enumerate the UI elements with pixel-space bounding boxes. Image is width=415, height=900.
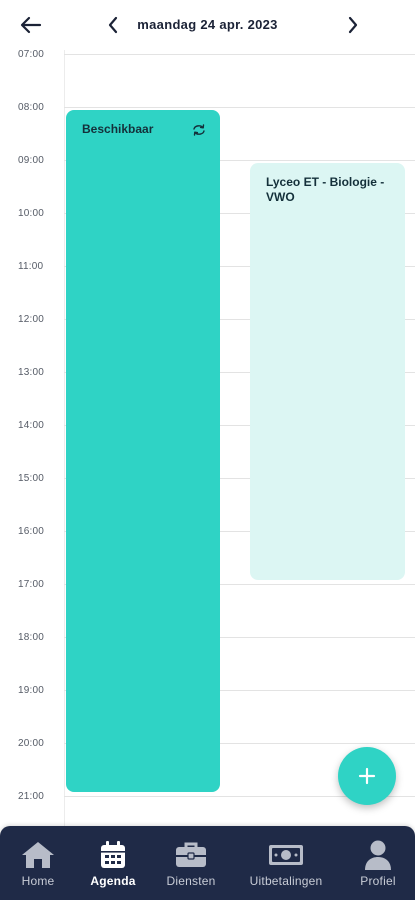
nav-item-diensten[interactable]: Diensten: [158, 826, 224, 900]
hour-label: 17:00: [18, 579, 45, 590]
event-title: Lyceo ET - Biologie - VWO: [266, 175, 385, 204]
hour-label: 14:00: [18, 420, 45, 431]
hour-label: 18:00: [18, 632, 45, 643]
event-lyceo-biologie[interactable]: Lyceo ET - Biologie - VWO: [250, 163, 405, 580]
calendar-icon: [99, 838, 127, 872]
hour-label: 15:00: [18, 473, 45, 484]
hour-line: [64, 107, 415, 108]
nav-label: Agenda: [90, 874, 136, 888]
hour-label: 19:00: [18, 685, 45, 696]
event-title: Beschikbaar: [82, 122, 154, 136]
hour-label: 07:00: [18, 49, 45, 60]
hour-label: 11:00: [18, 261, 44, 272]
home-icon: [20, 838, 56, 872]
day-timeline: 07:00 08:00 09:00 10:00 11:00 12:00 13:0…: [0, 0, 415, 826]
briefcase-icon: [174, 838, 208, 872]
hour-label: 16:00: [18, 526, 45, 537]
nav-item-home[interactable]: Home: [8, 826, 68, 900]
nav-label: Uitbetalingen: [249, 874, 323, 888]
nav-label: Diensten: [166, 874, 216, 888]
nav-label: Profiel: [360, 874, 396, 888]
hour-label: 09:00: [18, 155, 45, 166]
nav-item-agenda[interactable]: Agenda: [82, 826, 144, 900]
hour-label: 08:00: [18, 102, 45, 113]
bottom-navigation: Home Agenda Diensten Uitbetalingen Profi…: [0, 826, 415, 900]
user-icon: [363, 838, 393, 872]
app-header: maandag 24 apr. 2023: [0, 0, 415, 50]
chevron-right-icon: [348, 16, 358, 34]
hour-label: 20:00: [18, 738, 45, 749]
hour-line: [64, 54, 415, 55]
hour-label: 12:00: [18, 314, 45, 325]
hour-label: 21:00: [18, 791, 45, 802]
nav-item-profiel[interactable]: Profiel: [348, 826, 408, 900]
money-icon: [268, 838, 304, 872]
nav-item-uitbetalingen[interactable]: Uitbetalingen: [238, 826, 334, 900]
hour-label: 13:00: [18, 367, 45, 378]
hour-label: 10:00: [18, 208, 45, 219]
add-event-button[interactable]: [338, 747, 396, 805]
repeat-icon: [192, 123, 206, 141]
next-day-button[interactable]: [336, 8, 370, 42]
nav-label: Home: [21, 874, 55, 888]
time-column-divider: [64, 50, 65, 826]
event-beschikbaar[interactable]: Beschikbaar: [66, 110, 220, 792]
plus-icon: [358, 767, 376, 785]
